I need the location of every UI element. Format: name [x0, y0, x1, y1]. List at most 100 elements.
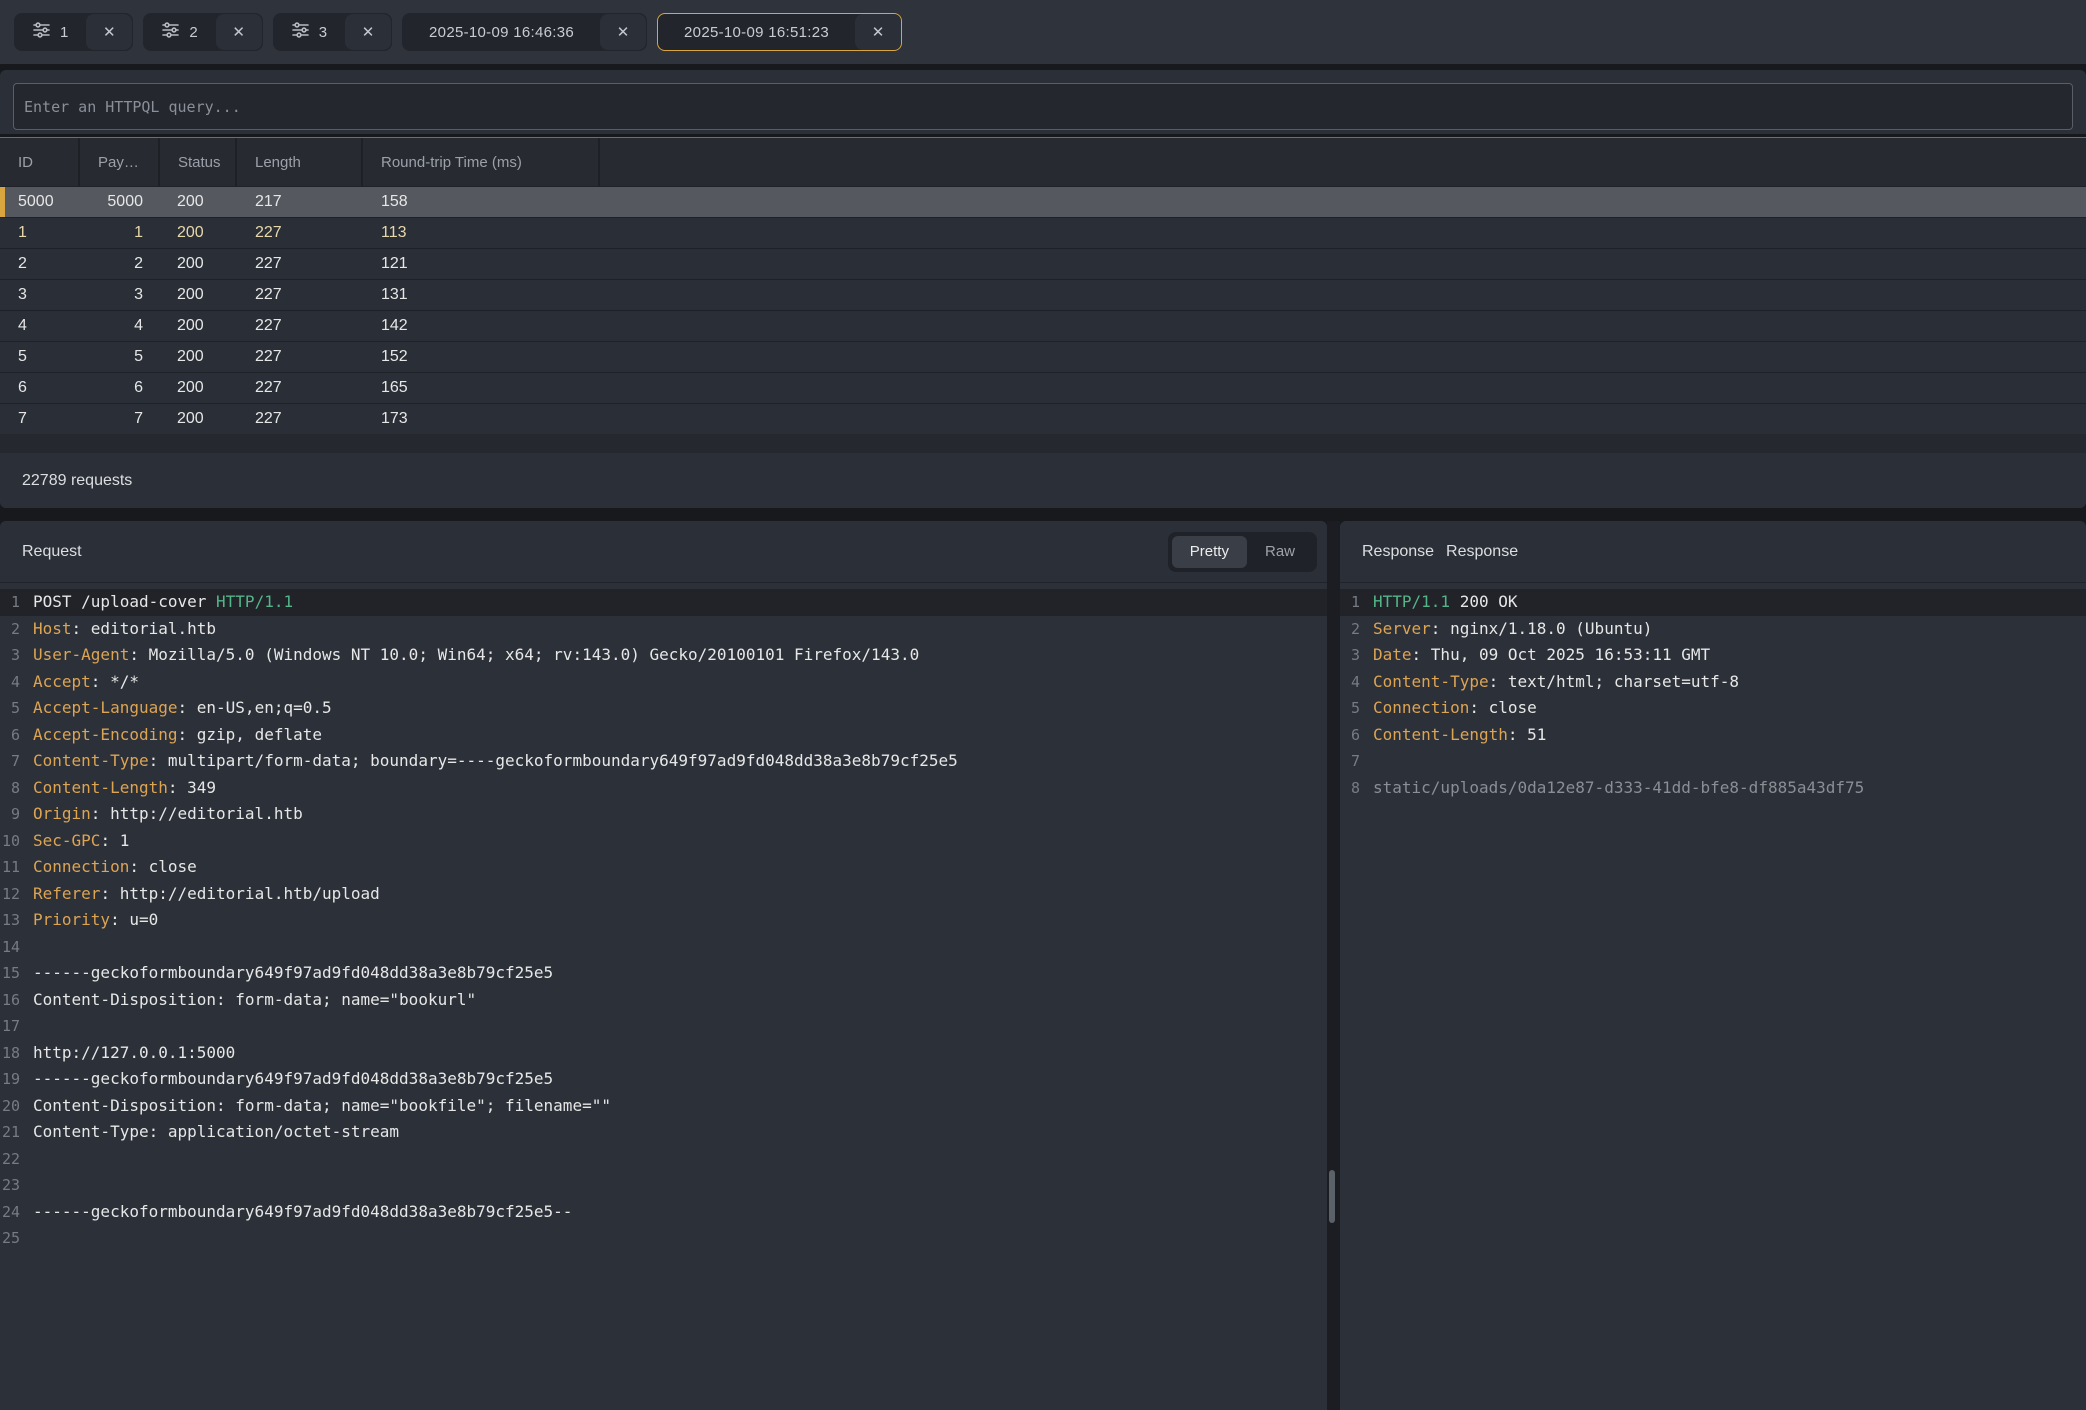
- line-content: ------geckoformboundary649f97ad9fd048dd3…: [20, 1199, 572, 1226]
- table-row[interactable]: 50005000200217158: [0, 186, 2086, 217]
- line-number: 6: [1340, 722, 1360, 749]
- code-line: 21Content-Type: application/octet-stream: [0, 1119, 1327, 1146]
- column-header-rtt[interactable]: Round-trip Time (ms): [363, 138, 600, 186]
- table-row[interactable]: 55200227152: [0, 341, 2086, 372]
- response-tab[interactable]: Response: [1446, 543, 1518, 561]
- response-panel: Response Response 1HTTP/1.1 200 OK2Serve…: [1340, 521, 2086, 1410]
- header-name: User-Agent: [33, 645, 129, 664]
- cell-rtt: 121: [363, 249, 600, 279]
- code-line: 5Accept-Language: en-US,en;q=0.5: [0, 695, 1327, 722]
- line-number: 2: [0, 616, 20, 643]
- code-text: : en-US,en;q=0.5: [178, 698, 332, 717]
- code-line: 14: [0, 934, 1327, 961]
- header-name: Sec-GPC: [33, 831, 100, 850]
- response-editor[interactable]: 1HTTP/1.1 200 OK2Server: nginx/1.18.0 (U…: [1340, 583, 2086, 801]
- line-number: 15: [0, 960, 20, 987]
- line-content: [20, 934, 33, 961]
- line-number: 10: [0, 828, 20, 855]
- column-header-payload[interactable]: Pay…: [80, 138, 160, 186]
- session-tab-2025-10-09-16-46-36[interactable]: 2025-10-09 16:46:36✕: [402, 13, 647, 51]
- cell-id: 7: [0, 404, 80, 434]
- code-line: 15 ------geckoformboundary649f97ad9fd048d…: [0, 960, 1327, 987]
- response-panel-title: Response: [1362, 543, 1434, 561]
- session-tab-3[interactable]: 3✕: [273, 13, 392, 51]
- cell-status: 200: [160, 404, 237, 434]
- scrollbar-thumb[interactable]: [1329, 1170, 1335, 1223]
- line-number: 3: [0, 642, 20, 669]
- session-tab-2025-10-09-16-51-23[interactable]: 2025-10-09 16:51:23✕: [657, 13, 902, 51]
- code-text: ------geckoformboundary649f97ad9fd048dd3…: [33, 963, 553, 982]
- line-number: 14: [0, 934, 20, 961]
- line-content: ------geckoformboundary649f97ad9fd048dd3…: [20, 960, 553, 987]
- code-text: ------geckoformboundary649f97ad9fd048dd3…: [33, 1069, 553, 1088]
- line-number: 22: [0, 1146, 20, 1173]
- code-text: : http://editorial.htb: [91, 804, 303, 823]
- column-header-length[interactable]: Length: [237, 138, 363, 186]
- cell-id: 1: [0, 218, 80, 248]
- code-text: 200 OK: [1450, 592, 1517, 611]
- line-number: 6: [0, 722, 20, 749]
- pretty-toggle-button[interactable]: Pretty: [1172, 536, 1247, 568]
- session-tab-1[interactable]: 1✕: [14, 13, 133, 51]
- line-content: Content-Disposition: form-data; name="bo…: [20, 1093, 611, 1120]
- code-line: 1POST /upload-cover HTTP/1.1: [0, 589, 1327, 616]
- cell-length: 217: [237, 187, 363, 217]
- code-text: : nginx/1.18.0 (Ubuntu): [1431, 619, 1653, 638]
- code-line: 25: [0, 1225, 1327, 1252]
- tab-label-text: 3: [319, 24, 327, 41]
- line-number: 25: [0, 1225, 20, 1252]
- line-number: 7: [1340, 748, 1360, 775]
- column-header-id[interactable]: ID: [0, 138, 80, 186]
- cell-id: 3: [0, 280, 80, 310]
- line-content: Content-Type: application/octet-stream: [20, 1119, 399, 1146]
- line-number: 13: [0, 907, 20, 934]
- cell-id: 5000: [0, 187, 80, 217]
- tab-close-icon[interactable]: ✕: [345, 14, 391, 50]
- httpql-query-input[interactable]: [13, 83, 2073, 130]
- line-content: HTTP/1.1 200 OK: [1360, 589, 1518, 616]
- line-number: 4: [0, 669, 20, 696]
- line-content: Server: nginx/1.18.0 (Ubuntu): [1360, 616, 1652, 643]
- line-content: Content-Type: multipart/form-data; bound…: [20, 748, 958, 775]
- line-content: POST /upload-cover HTTP/1.1: [20, 589, 293, 616]
- code-line: 6Content-Length: 51: [1340, 722, 2086, 749]
- session-tab-2[interactable]: 2✕: [143, 13, 262, 51]
- table-row[interactable]: 11200227113: [0, 217, 2086, 248]
- cell-length: 227: [237, 280, 363, 310]
- line-content: Accept-Encoding: gzip, deflate: [20, 722, 322, 749]
- panel-splitter[interactable]: [1327, 521, 1340, 1410]
- table-row[interactable]: 66200227165: [0, 372, 2086, 403]
- code-line: 9Origin: http://editorial.htb: [0, 801, 1327, 828]
- line-number: 7: [0, 748, 20, 775]
- code-text: : 349: [168, 778, 216, 797]
- line-content: Date: Thu, 09 Oct 2025 16:53:11 GMT: [1360, 642, 1710, 669]
- cell-id: 2: [0, 249, 80, 279]
- tab-label: 2025-10-09 16:51:23: [658, 14, 855, 50]
- filter-sliders-icon: [162, 22, 179, 42]
- line-content: [20, 1013, 33, 1040]
- line-number: 4: [1340, 669, 1360, 696]
- tab-close-icon[interactable]: ✕: [855, 14, 901, 50]
- raw-toggle-button[interactable]: Raw: [1247, 536, 1313, 568]
- table-row[interactable]: 22200227121: [0, 248, 2086, 279]
- code-text: : */*: [91, 672, 139, 691]
- tab-close-icon[interactable]: ✕: [600, 14, 646, 50]
- cell-status: 200: [160, 342, 237, 372]
- line-content: [20, 1172, 33, 1199]
- code-line: 4Accept: */*: [0, 669, 1327, 696]
- table-row[interactable]: 77200227173: [0, 403, 2086, 434]
- filter-sliders-icon: [33, 22, 50, 42]
- line-content: Content-Disposition: form-data; name="bo…: [20, 987, 476, 1014]
- tab-label: 2025-10-09 16:46:36: [403, 14, 600, 50]
- table-row[interactable]: 33200227131: [0, 279, 2086, 310]
- tab-label: 3: [274, 14, 345, 50]
- code-text: : editorial.htb: [72, 619, 217, 638]
- line-content: [1360, 748, 1373, 775]
- request-editor[interactable]: 1POST /upload-cover HTTP/1.12Host: edito…: [0, 583, 1327, 1252]
- tab-close-icon[interactable]: ✕: [216, 14, 262, 50]
- column-header-status[interactable]: Status: [160, 138, 237, 186]
- cell-rtt: 142: [363, 311, 600, 341]
- tab-close-icon[interactable]: ✕: [86, 14, 132, 50]
- line-number: 21: [0, 1119, 20, 1146]
- table-row[interactable]: 44200227142: [0, 310, 2086, 341]
